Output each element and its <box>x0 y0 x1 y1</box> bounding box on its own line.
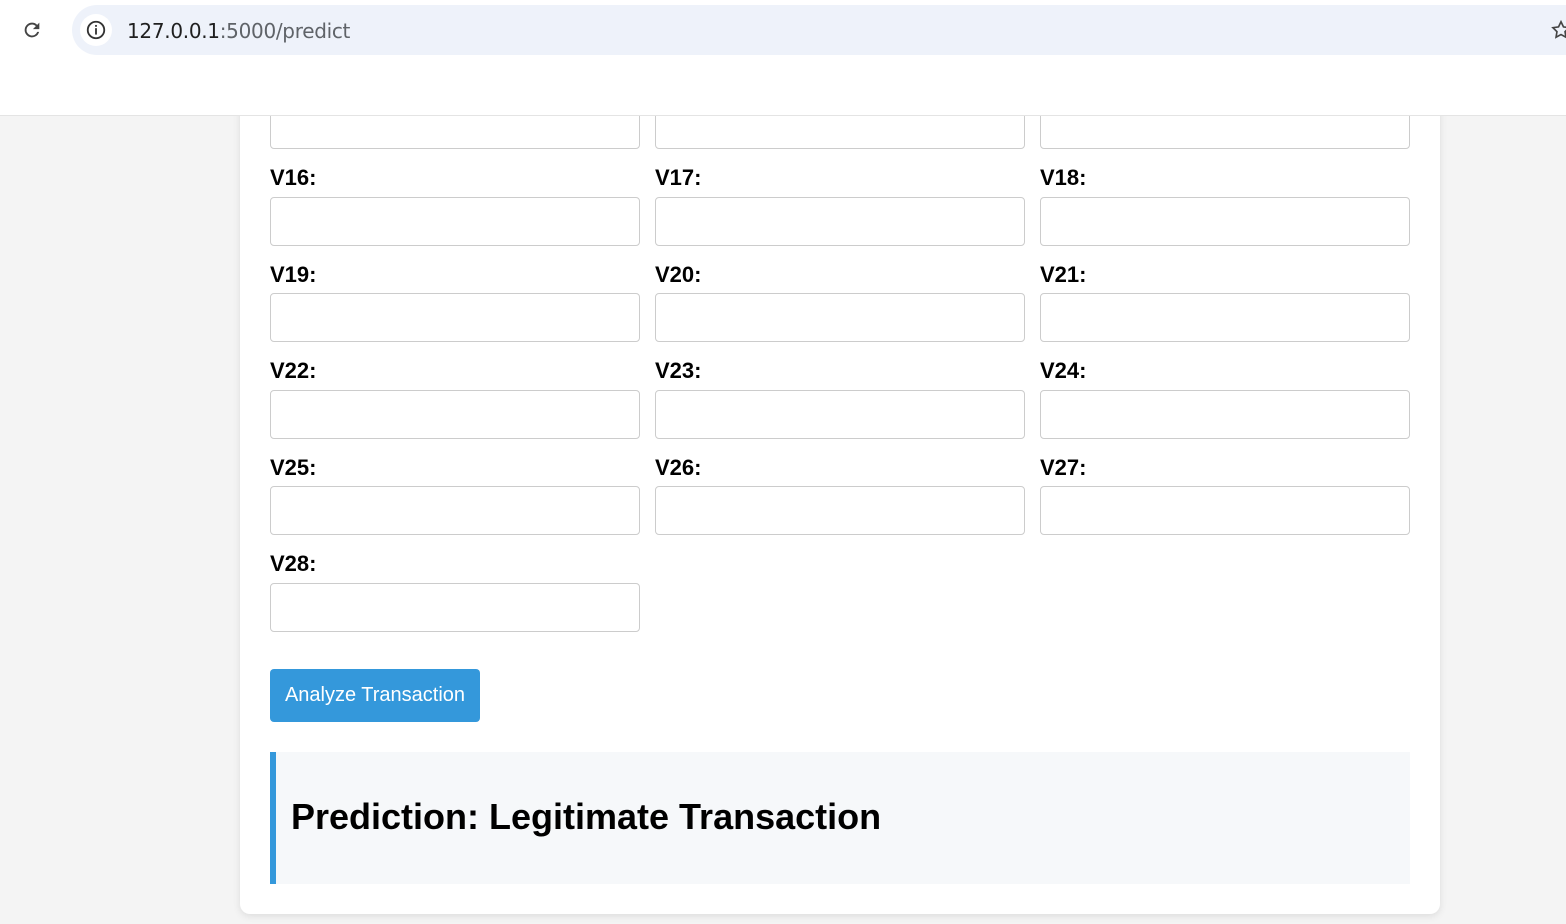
address-bar[interactable]: 127.0.0.1:5000/predict <box>72 5 1566 55</box>
prediction-result-text: Prediction: Legitimate Transaction <box>291 796 882 837</box>
v19-input[interactable] <box>270 293 640 342</box>
field-label: V19: <box>270 262 317 287</box>
field-v26: V26: <box>655 455 1025 535</box>
v22-input[interactable] <box>270 390 640 439</box>
field-label: V20: <box>655 262 702 287</box>
field-v25: V25: <box>270 455 640 535</box>
field-v24: V24: <box>1040 358 1410 439</box>
v26-input[interactable] <box>655 486 1025 535</box>
v17-input[interactable] <box>655 197 1025 246</box>
field-label: V17: <box>655 165 702 190</box>
site-info-button[interactable] <box>80 14 112 46</box>
field-v27: V27: <box>1040 455 1410 535</box>
v27-input[interactable] <box>1040 486 1410 535</box>
v25-input[interactable] <box>270 486 640 535</box>
field-label: V26: <box>655 455 702 480</box>
field-v19: V19: <box>270 262 640 342</box>
field-label: V27: <box>1040 455 1087 480</box>
field-v28: V28: <box>270 551 640 632</box>
partial-input-2[interactable] <box>655 116 1025 149</box>
field-v21: V21: <box>1040 262 1410 342</box>
field-label: V18: <box>1040 165 1087 190</box>
url-text[interactable]: 127.0.0.1:5000/predict <box>127 19 350 43</box>
field-label: V25: <box>270 455 317 480</box>
browser-toolbar: 127.0.0.1:5000/predict <box>0 0 1566 116</box>
field-label: V21: <box>1040 262 1087 287</box>
field-label: V22: <box>270 358 317 383</box>
field-label: V23: <box>655 358 702 383</box>
v16-input[interactable] <box>270 197 640 246</box>
analyze-transaction-button[interactable]: Analyze Transaction <box>270 669 480 722</box>
v23-input[interactable] <box>655 390 1025 439</box>
field-v22: V22: <box>270 358 640 439</box>
field-label: V28: <box>270 551 317 576</box>
v24-input[interactable] <box>1040 390 1410 439</box>
reload-button[interactable] <box>16 14 48 46</box>
field-v17: V17: <box>655 165 1025 246</box>
info-icon <box>86 20 106 40</box>
field-v20: V20: <box>655 262 1025 342</box>
v28-input[interactable] <box>270 583 640 632</box>
field-v23: V23: <box>655 358 1025 439</box>
field-v18: V18: <box>1040 165 1410 246</box>
v18-input[interactable] <box>1040 197 1410 246</box>
field-v16: V16: <box>270 165 640 246</box>
prediction-result-panel: Prediction: Legitimate Transaction <box>270 752 1410 884</box>
reload-icon <box>24 22 40 38</box>
url-path: :5000/predict <box>219 19 351 43</box>
bookmark-star-icon[interactable] <box>1550 19 1566 41</box>
partial-input-1[interactable] <box>270 116 640 149</box>
page-viewport: V16: V17: V18: V19: V20: V21: V22: V23: … <box>0 116 1566 924</box>
v21-input[interactable] <box>1040 293 1410 342</box>
v20-input[interactable] <box>655 293 1025 342</box>
field-label: V16: <box>270 165 317 190</box>
partial-input-3[interactable] <box>1040 116 1410 149</box>
field-label: V24: <box>1040 358 1087 383</box>
url-host: 127.0.0.1 <box>127 19 220 43</box>
